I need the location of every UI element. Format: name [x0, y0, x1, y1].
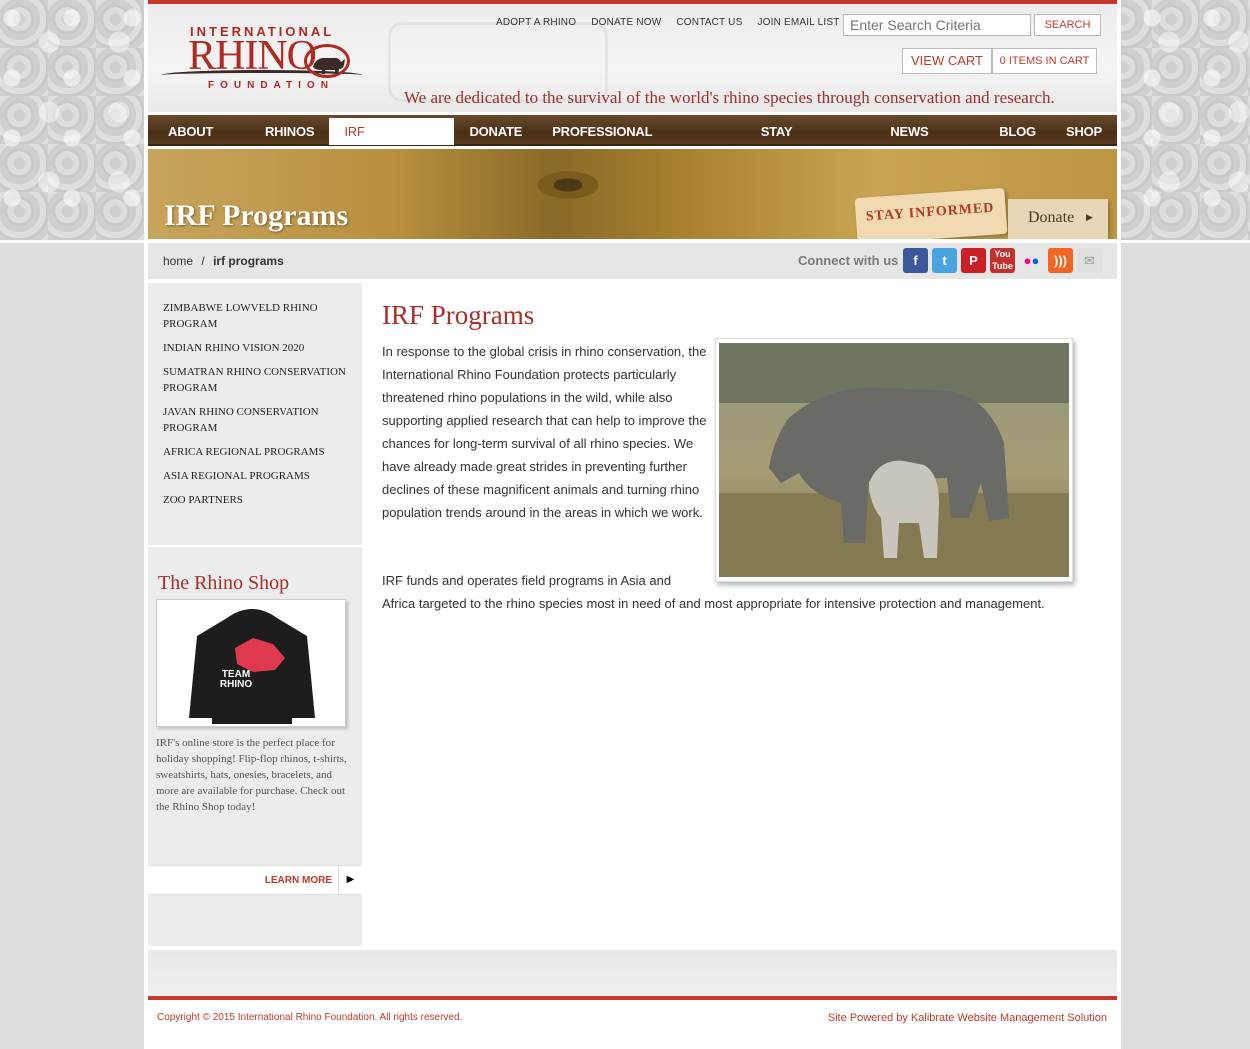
rhino-eye-image [448, 149, 648, 239]
sidebar-menu: ZIMBABWE LOWVELD RHINO PROGRAM INDIAN RH… [163, 300, 348, 516]
sidebar-item-indian[interactable]: INDIAN RHINO VISION 2020 [163, 340, 348, 356]
rhino-photo [719, 343, 1069, 577]
intro-paragraph: In response to the global crisis in rhin… [382, 344, 707, 520]
utility-links: ADOPT A RHINO DONATE NOW CONTACT US JOIN… [496, 17, 840, 28]
donate-tag-label: Donate [1028, 209, 1075, 226]
twitter-icon[interactable]: t [932, 248, 957, 273]
breadcrumb: home / irf programs [163, 254, 284, 268]
rhino-photo-frame [715, 338, 1073, 582]
footer-band [148, 950, 1117, 1000]
facebook-icon[interactable]: f [903, 248, 928, 273]
shirt-print-text: TEAM RHINO [219, 669, 253, 690]
page-container: INTERNATIONAL RHINO FOUNDATION ADOPT A R… [144, 0, 1121, 1049]
sidebar-divider [148, 545, 362, 547]
pinterest-icon[interactable]: P [961, 248, 986, 273]
search-input[interactable] [843, 14, 1031, 36]
breadcrumb-current: irf programs [213, 254, 284, 268]
learn-more-bar[interactable]: LEARN MORE ▶ [148, 865, 362, 896]
copyright-text: Copyright © 2015 International Rhino Fou… [157, 1012, 463, 1023]
learn-more-link[interactable]: LEARN MORE [265, 875, 332, 886]
programs-paragraph: IRF funds and operates field programs in… [382, 569, 1082, 615]
sidebar: ZIMBABWE LOWVELD RHINO PROGRAM INDIAN RH… [148, 283, 362, 946]
flickr-icon[interactable]: ●● [1019, 248, 1044, 273]
arrow-right-icon[interactable]: ▶ [338, 866, 362, 896]
chevron-right-icon: ▶ [1086, 212, 1093, 222]
page-title: IRF Programs [382, 300, 535, 330]
nav-shop[interactable]: SHOP [1051, 118, 1117, 145]
nav-stay-informed[interactable]: STAY INFORMED [746, 118, 876, 166]
nav-rhinos[interactable]: RHINOS [250, 118, 329, 145]
sidebar-item-sumatran[interactable]: SUMATRAN RHINO CONSERVATION PROGRAM [163, 364, 348, 396]
banner-title: IRF Programs [164, 199, 349, 232]
nav-irf-programs[interactable]: IRF PROGRAMS [329, 117, 455, 166]
social-links: f t P You Tube ●● ))) ✉ [903, 248, 1102, 273]
programs-paragraph-line2: Africa targeted to the rhino species mos… [382, 596, 1045, 611]
sidebar-item-africa[interactable]: AFRICA REGIONAL PROGRAMS [163, 444, 348, 460]
rhino-logo-icon [304, 44, 350, 78]
site-logo[interactable]: INTERNATIONAL RHINO FOUNDATION [162, 22, 362, 94]
search-button[interactable]: SEARCH [1034, 14, 1101, 36]
donate-tag[interactable]: Donate ▶ [1008, 199, 1108, 239]
adopt-rhino-link[interactable]: ADOPT A RHINO [496, 17, 576, 28]
sidebar-item-zoo[interactable]: ZOO PARTNERS [163, 492, 348, 508]
contact-us-link[interactable]: CONTACT US [676, 17, 742, 28]
connect-label: Connect with us [798, 253, 899, 268]
join-email-list-link[interactable]: JOIN EMAIL LIST [757, 17, 839, 28]
stay-informed-label: STAY INFORMED [865, 200, 995, 225]
page-banner: IRF Programs STAY INFORMED Donate ▶ [148, 149, 1117, 239]
site-tagline: We are dedicated to the survival of the … [404, 88, 1055, 107]
main-navigation: ABOUT IRF RHINOS IRF PROGRAMS DONATE PRO… [148, 115, 1117, 166]
shop-product-image[interactable]: TEAM RHINO [156, 599, 346, 727]
sidebar-item-javan[interactable]: JAVAN RHINO CONSERVATION PROGRAM [163, 404, 348, 436]
shop-description: IRF's online store is the perfect place … [156, 737, 347, 813]
youtube-icon[interactable]: You Tube [990, 248, 1015, 273]
breadcrumb-separator: / [201, 254, 205, 268]
email-icon[interactable]: ✉ [1077, 248, 1102, 273]
rss-icon[interactable]: ))) [1048, 248, 1073, 273]
sidebar-item-asia[interactable]: ASIA REGIONAL PROGRAMS [163, 468, 348, 484]
stay-informed-tag[interactable]: STAY INFORMED [854, 187, 1008, 239]
breadcrumb-home[interactable]: home [163, 254, 193, 268]
nav-about-irf[interactable]: ABOUT IRF [153, 118, 250, 166]
shop-title: The Rhino Shop [158, 572, 290, 594]
nav-professional-resources[interactable]: PROFESSIONAL RESOURCES [537, 118, 746, 166]
sidebar-item-zimbabwe[interactable]: ZIMBABWE LOWVELD RHINO PROGRAM [163, 300, 348, 332]
powered-by-link[interactable]: Site Powered by Kalibrate Website Manage… [828, 1012, 1107, 1024]
site-header: INTERNATIONAL RHINO FOUNDATION ADOPT A R… [148, 0, 1117, 112]
programs-paragraph-line1: IRF funds and operates field programs in… [382, 573, 672, 588]
nav-donate[interactable]: DONATE [454, 118, 537, 145]
breadcrumb-bar: home / irf programs Connect with us f t … [148, 243, 1117, 279]
nav-news-room[interactable]: NEWS ROOM [875, 118, 984, 166]
nav-blog[interactable]: BLOG [984, 118, 1051, 145]
donate-now-link[interactable]: DONATE NOW [591, 17, 661, 28]
logo-line-foundation: FOUNDATION [208, 80, 334, 91]
view-cart-button[interactable]: VIEW CART [902, 48, 992, 74]
items-in-cart-button[interactable]: 0 ITEMS IN CART [992, 48, 1097, 74]
